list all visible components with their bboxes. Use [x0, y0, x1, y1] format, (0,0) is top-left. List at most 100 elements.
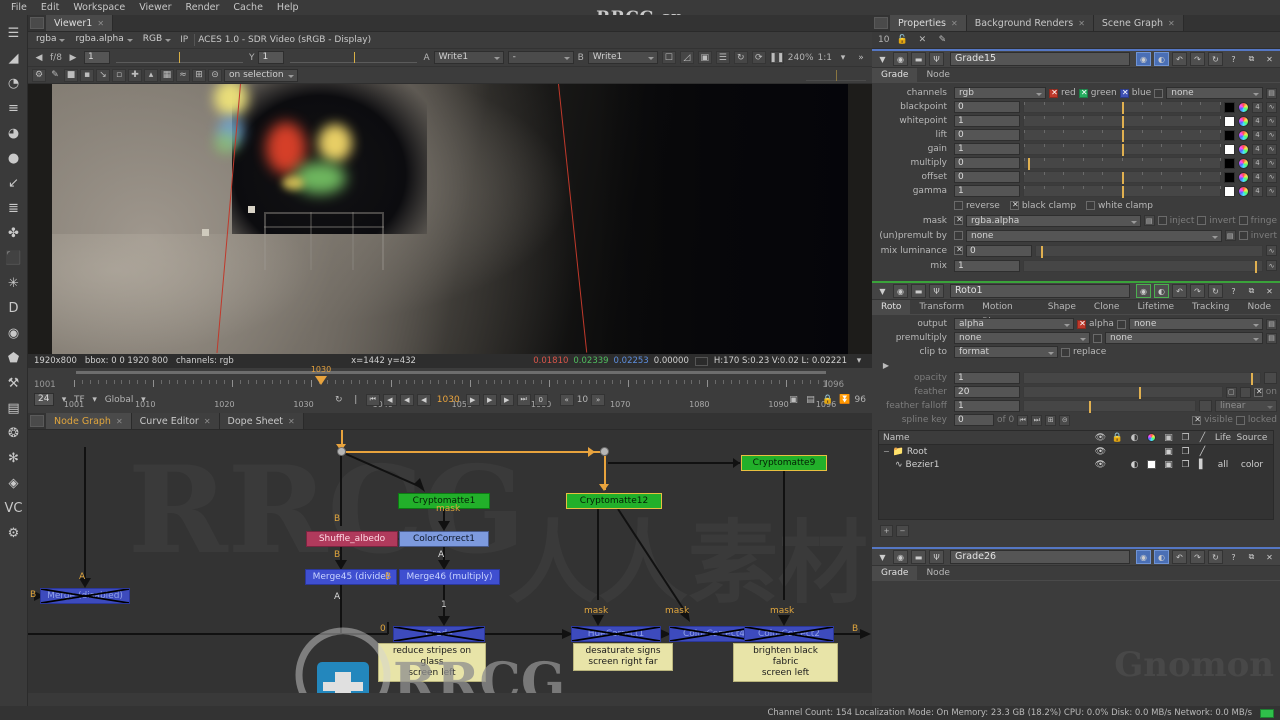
revert-icon[interactable]: ↻ — [1208, 284, 1223, 298]
subtab-shape[interactable]: Shape — [1039, 300, 1085, 314]
mask-select[interactable]: rgba.alpha — [966, 215, 1141, 227]
node-color-icon[interactable]: ◉ — [893, 52, 908, 66]
node-cryptomatte12[interactable]: Cryptomatte12 — [566, 493, 662, 509]
subtab-motion-blur[interactable]: Motion Blur — [973, 300, 1039, 314]
premult-menu-icon[interactable]: ▤ — [1225, 230, 1236, 241]
pixel-ratio[interactable]: 1:1 — [818, 53, 832, 63]
key-in-icon[interactable]: ▣ — [787, 393, 801, 406]
visible-checkbox[interactable] — [1192, 416, 1201, 425]
mix-luminance-field[interactable]: 0 — [966, 245, 1032, 257]
node-merge45[interactable]: Merge45 (divide) — [305, 569, 397, 585]
key-last-icon[interactable]: ⏭ — [1031, 415, 1042, 426]
subtab-roto[interactable]: Roto — [872, 300, 910, 314]
node-shuffle-albedo[interactable]: Shuffle_albedo — [306, 531, 398, 547]
timeline-range-bar[interactable] — [76, 371, 826, 374]
cara-icon[interactable]: ◈ — [3, 471, 25, 495]
float-icon[interactable]: ⧉ — [1244, 284, 1259, 298]
node-toolbar-icon[interactable]: ☰ — [3, 21, 25, 45]
animation-curve-icon[interactable]: ∿ — [1266, 116, 1277, 127]
nodegraph-canvas[interactable]: RRCG 人人素材 — [28, 430, 872, 693]
red-channel-checkbox[interactable] — [1049, 89, 1058, 98]
premultiply-extra-select[interactable]: none — [1105, 332, 1263, 344]
curve-list-row-bezier1[interactable]: ∿ Bezier1 👁 ◐ ▣ ❐ ▌ all color — [879, 458, 1273, 471]
tf-label[interactable]: TF — [74, 395, 85, 405]
step-back-n-button[interactable]: « — [560, 394, 574, 406]
clipto-select[interactable]: format — [954, 346, 1058, 358]
fps-field[interactable]: 24 — [34, 393, 54, 406]
mask-toggle-icon[interactable]: ◐ — [1154, 284, 1169, 298]
fringe-checkbox[interactable] — [1239, 216, 1248, 225]
blue-channel-checkbox[interactable] — [1120, 89, 1129, 98]
viewer-colorspace-label[interactable]: ACES 1.0 - SDR Video (sRGB - Display) — [198, 35, 371, 45]
step-forward-n-button[interactable]: » — [591, 394, 605, 406]
color-icon[interactable]: ● — [3, 146, 25, 170]
spline-key-field[interactable]: 0 — [954, 414, 994, 426]
roto-curve-list[interactable]: Name 👁 🔒 ◐ ▣ ❐ ╱ Life Source − — [878, 430, 1274, 520]
mask-checkbox[interactable] — [954, 216, 963, 225]
subtab-grade[interactable]: Grade — [872, 68, 917, 82]
falloff-swatch[interactable] — [1199, 400, 1212, 412]
point-scale-icon[interactable]: ▴ — [144, 69, 158, 82]
output-extra-select[interactable]: none — [1129, 318, 1263, 330]
expand-triangle-icon[interactable]: ▶ — [875, 361, 889, 370]
node-mask-icon[interactable]: ▬ — [911, 550, 926, 564]
black-clamp-checkbox[interactable] — [1010, 201, 1019, 210]
deep-icon[interactable]: D — [3, 296, 25, 320]
node-colorcorrect2[interactable]: ColorCorrect2 — [744, 626, 834, 642]
opacity-swatch[interactable] — [1264, 372, 1277, 384]
sticky-note-brighten-fabric[interactable]: brighten black fabric screen left — [733, 643, 838, 682]
extra-channel-select[interactable]: none — [1166, 87, 1263, 99]
multiply-channel-count[interactable]: 4 — [1252, 158, 1263, 169]
subtab-tracking[interactable]: Tracking — [1183, 300, 1238, 314]
proxy-icon[interactable]: ▣ — [698, 51, 712, 64]
locked-checkbox[interactable] — [1236, 416, 1245, 425]
curve-icon[interactable]: ↘ — [96, 69, 110, 82]
remove-shape-button[interactable]: − — [896, 525, 909, 537]
row-feather-icon[interactable]: ▌ — [1194, 460, 1211, 470]
enable-toggle-icon[interactable]: ◉ — [1136, 284, 1151, 298]
lift-field[interactable]: 0 — [954, 129, 1020, 141]
refresh-icon[interactable]: ↻ — [734, 51, 748, 64]
gain-channel-count[interactable]: 4 — [1252, 144, 1263, 155]
key-first-icon[interactable]: ⏮ — [1017, 415, 1028, 426]
draw-icon[interactable]: ◔ — [3, 71, 25, 95]
color-wheel-icon[interactable] — [1238, 144, 1249, 155]
exposure-slider[interactable] — [116, 52, 243, 63]
color-wheel-icon[interactable] — [1238, 130, 1249, 141]
metadata-icon[interactable]: ⬟ — [3, 346, 25, 370]
prev-keyframe-button[interactable]: ◀ — [383, 394, 397, 406]
mask-toggle-icon[interactable]: ◐ — [1154, 550, 1169, 564]
gear-icon[interactable]: ⚙ — [32, 69, 46, 82]
panel-grip-nodegraph[interactable] — [30, 415, 44, 427]
transform-icon[interactable]: ⬛ — [3, 246, 25, 270]
dot-node-left[interactable] — [337, 447, 346, 456]
close-all-icon[interactable]: ✕ — [915, 34, 929, 47]
stop-button[interactable]: 0 — [534, 394, 548, 406]
whitepoint-color-swatch[interactable] — [1224, 116, 1235, 127]
float-icon[interactable]: ⧉ — [1244, 550, 1259, 564]
white-clamp-checkbox[interactable] — [1086, 201, 1095, 210]
undo-icon[interactable]: ↶ — [1172, 550, 1187, 564]
exposure-field[interactable]: 1 — [84, 51, 110, 64]
mask-menu-icon[interactable]: ▤ — [1144, 215, 1155, 226]
lift-channel-count[interactable]: 4 — [1252, 130, 1263, 141]
loop-icon[interactable]: ↻ — [332, 393, 346, 406]
animation-curve-icon[interactable]: ∿ — [1266, 144, 1277, 155]
lift-slider[interactable] — [1023, 129, 1221, 141]
row-motionblur-icon[interactable]: ▣ — [1160, 460, 1177, 470]
close-icon[interactable]: ✕ — [288, 417, 295, 426]
step-forward-button[interactable]: ▶ — [466, 394, 480, 406]
rgb-display-select[interactable]: RGB — [139, 34, 174, 47]
node-name-field[interactable]: Grade15 — [950, 52, 1130, 66]
collapse-icon[interactable]: ▼ — [875, 52, 890, 66]
dot-node-right[interactable] — [600, 447, 609, 456]
key-add-icon[interactable]: ⊞ — [1045, 415, 1056, 426]
node-colorcorrect1[interactable]: ColorCorrect1 — [399, 531, 489, 547]
offset-slider[interactable] — [1023, 171, 1221, 183]
feather-slider[interactable] — [1023, 386, 1223, 398]
animation-curve-icon[interactable]: ∿ — [1266, 158, 1277, 169]
help-icon[interactable]: ? — [1226, 284, 1241, 298]
output-extra-checkbox[interactable] — [1117, 320, 1126, 329]
node-color-icon[interactable]: ◉ — [893, 550, 908, 564]
row-clone-icon[interactable]: ❐ — [1177, 447, 1194, 457]
